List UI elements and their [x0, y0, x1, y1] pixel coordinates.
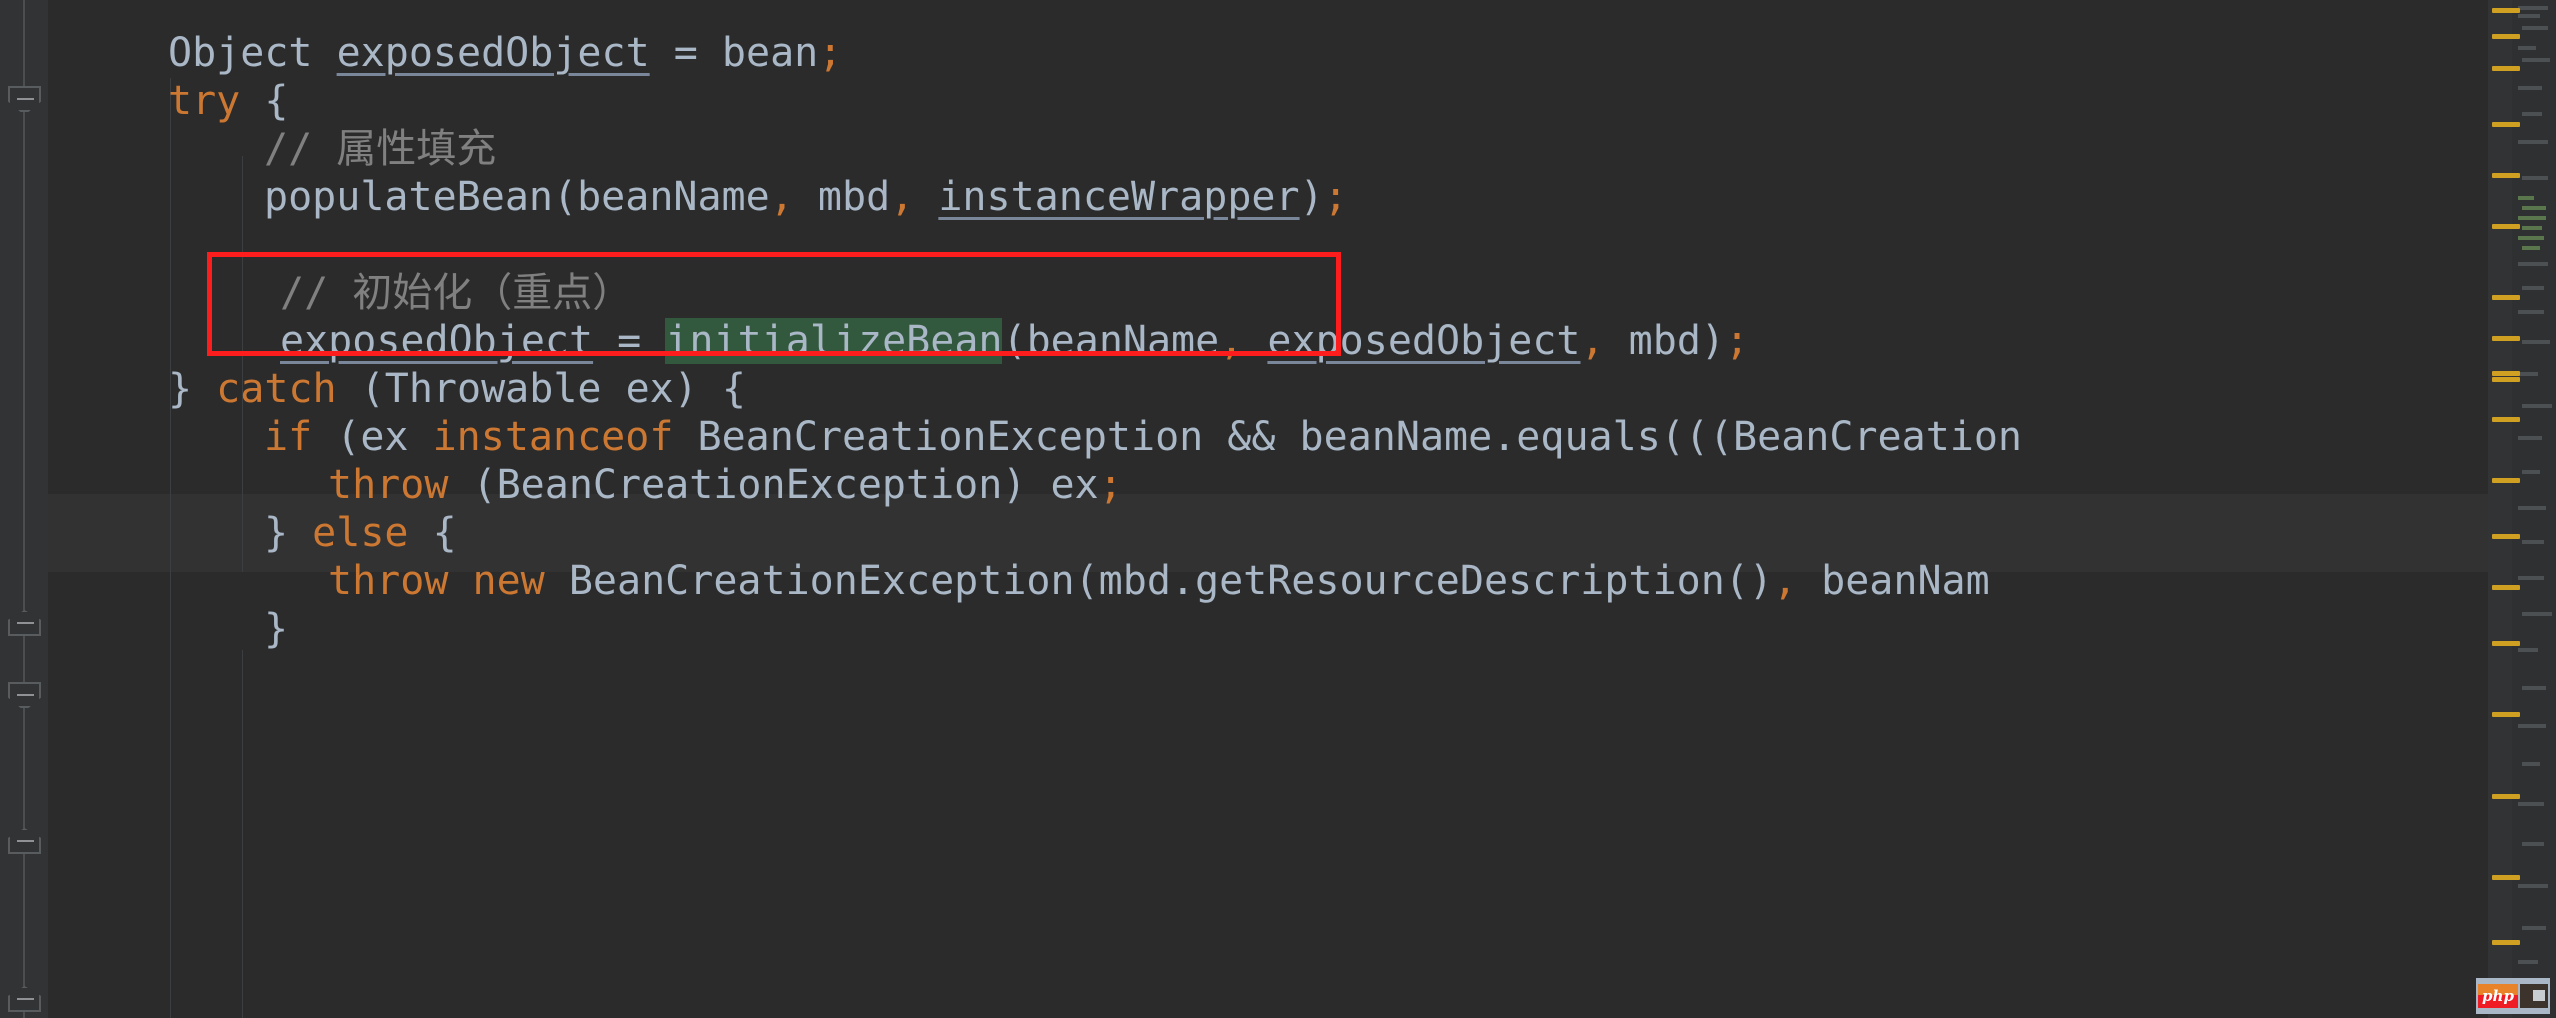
stripe-mark-14[interactable]: [2492, 585, 2520, 590]
token-keyword-new: new: [472, 558, 545, 604]
token-brace-close-else: }: [264, 606, 289, 652]
minimap[interactable]: [2512, 0, 2556, 1018]
editor-text-area[interactable]: Object exposedObject = bean; try { // 属性…: [48, 0, 2488, 1018]
code-line-throw-new[interactable]: throw new BeanCreationException(mbd.getR…: [328, 542, 1990, 620]
stripe-mark-13[interactable]: [2492, 534, 2520, 539]
stripe-mark-6[interactable]: [2492, 224, 2520, 229]
token-brace-close-try: }: [168, 366, 217, 412]
fold-marker-tail[interactable]: [8, 986, 41, 1012]
token-comma-2: ,: [890, 174, 915, 220]
stripe-mark-15[interactable]: [2492, 641, 2520, 646]
fold-marker-else[interactable]: [8, 828, 41, 854]
php-badge-secondary: [2520, 984, 2548, 1008]
stripe-mark-1[interactable]: [2492, 8, 2520, 13]
php-logo-icon: php: [2478, 984, 2518, 1008]
token-paren-close-1: ): [1299, 174, 1324, 220]
stripe-mark-17[interactable]: [2492, 794, 2520, 799]
stripe-mark-3[interactable]: [2492, 66, 2520, 71]
code-lines: Object exposedObject = bean; try { // 属性…: [48, 0, 2488, 1018]
token-arg-mbd-2: mbd): [1604, 318, 1726, 364]
token-keyword-try: try: [168, 78, 241, 124]
php-watermark-badge: php: [2476, 978, 2550, 1014]
token-field-exposedobject-arg: exposedObject: [1267, 318, 1581, 364]
token-semicolon-1: ;: [1323, 174, 1348, 220]
stripe-mark-11[interactable]: [2492, 417, 2520, 422]
token-comma-1: ,: [769, 174, 794, 220]
token-semicolon-2: ;: [1725, 318, 1750, 364]
stripe-mark-12[interactable]: [2492, 478, 2520, 483]
token-comma-5: ,: [1772, 558, 1798, 604]
token-comma-3: ,: [1219, 318, 1244, 364]
code-line-close-brace[interactable]: }: [264, 590, 288, 668]
token-comma-4: ,: [1580, 318, 1605, 364]
token-field-exposedobject: exposedObject: [336, 30, 650, 76]
token-semicolon-0: ;: [818, 30, 843, 76]
token-keyword-throw-2: throw: [328, 558, 449, 604]
stripe-mark-10[interactable]: [2492, 377, 2520, 382]
token-assign-0: =: [649, 30, 722, 76]
folding-rail: [23, 0, 25, 1018]
token-space-2: [1243, 318, 1267, 364]
code-editor-window: Object exposedObject = bean; try { // 属性…: [0, 0, 2556, 1018]
token-semicolon-3: ;: [1098, 462, 1123, 508]
stripe-mark-19[interactable]: [2492, 940, 2520, 945]
token-throw-cast-expr: (BeanCreationException) ex: [448, 462, 1099, 508]
stripe-mark-2[interactable]: [2492, 34, 2520, 39]
error-stripe[interactable]: [2488, 0, 2556, 1018]
stripe-mark-9[interactable]: [2492, 371, 2520, 376]
stripe-mark-18[interactable]: [2492, 875, 2520, 880]
token-call-populatebean: populateBean(beanName: [264, 174, 770, 220]
token-space-0: [313, 30, 337, 76]
token-brace-close-if: }: [264, 510, 313, 556]
code-line-populatebean[interactable]: populateBean(beanName, mbd, instanceWrap…: [264, 158, 1348, 236]
token-keyword-if: if: [264, 414, 313, 460]
token-space-1: [914, 174, 938, 220]
stripe-mark-4[interactable]: [2492, 122, 2520, 127]
fold-marker-catch[interactable]: [8, 610, 41, 636]
token-space-3: [448, 558, 472, 604]
token-arg-mbd: mbd: [793, 174, 891, 220]
fold-marker-try[interactable]: [8, 86, 41, 112]
token-field-instancewrapper: instanceWrapper: [938, 174, 1300, 220]
stripe-mark-5[interactable]: [2492, 173, 2520, 178]
fold-marker-if[interactable]: [8, 682, 41, 708]
token-new-tail: beanNam: [1797, 558, 1990, 604]
folding-gutter: [0, 0, 48, 1018]
token-args-open: (beanName: [1002, 318, 1220, 364]
token-new-expr: BeanCreationException(mbd.getResourceDes…: [544, 558, 1773, 604]
stripe-mark-7[interactable]: [2492, 295, 2520, 300]
token-bean: bean: [721, 30, 819, 76]
stripe-mark-8[interactable]: [2492, 336, 2520, 341]
stripe-mark-16[interactable]: [2492, 712, 2520, 717]
